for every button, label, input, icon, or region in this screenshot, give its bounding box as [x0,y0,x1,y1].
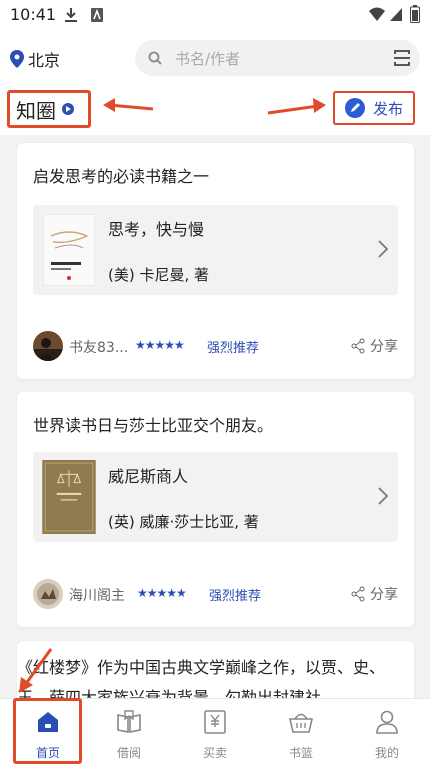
rating-stars-icon: ★★★★★ [135,338,185,352]
post-card[interactable]: 世界读书日与莎士比亚交个朋友。 威尼斯商人 (英) 威廉·莎士比亚, 著 海川阁… [17,392,414,627]
nav-profile[interactable]: 我的 [344,699,430,766]
annotation-arrow-down-icon [19,648,53,693]
open-book-icon [117,710,141,733]
section-header: 知圈 发布 [0,85,430,135]
play-badge-icon [62,103,74,115]
annotation-arrow-right-icon [267,98,326,115]
book-price-icon [204,710,226,734]
status-bar: 10:41 [0,0,430,30]
book-author: (美) 卡尼曼, 著 [108,266,210,284]
nav-borrow[interactable]: 借阅 [86,699,172,766]
nav-label: 书篮 [288,746,313,760]
section-title: 知圈 [16,98,56,123]
search-placeholder: 书名/作者 [175,50,241,68]
post-text: 启发思考的必读书籍之一 [33,167,210,186]
scan-icon[interactable] [390,46,414,70]
book-link[interactable]: 威尼斯商人 (英) 威廉·莎士比亚, 著 [33,452,398,542]
basket-icon [288,713,314,733]
nav-label: 买卖 [202,746,227,760]
location-pin-icon [10,50,24,68]
location-selector[interactable]: 北京 [10,47,60,71]
zhiquan-title[interactable]: 知圈 [7,90,91,128]
search-icon [148,51,162,65]
annotation-arrow-left-icon [103,98,154,112]
search-bar[interactable]: 书名/作者 [135,40,420,76]
share-icon [351,586,365,602]
post-meta: 海川阁主 ★★★★★ 强烈推荐 分享 [33,579,398,609]
share-icon [351,338,365,354]
location-city: 北京 [28,51,61,70]
share-label: 分享 [370,339,398,355]
wifi-icon [369,7,385,21]
nav-label: 借阅 [116,746,141,760]
book-author: (英) 威廉·莎士比亚, 著 [108,513,259,531]
book-title: 思考，快与慢 [108,220,205,239]
post-feed[interactable]: 启发思考的必读书籍之一 思考，快与慢 (美) 卡尼曼, 著 书友83... ★★… [0,135,430,698]
avatar[interactable] [33,579,63,609]
app-notification-icon [91,8,103,22]
download-icon [65,8,77,22]
recommend-label: 强烈推荐 [209,589,262,604]
recommend-label: 强烈推荐 [207,341,260,356]
user-name[interactable]: 海川阁主 [69,585,125,605]
avatar[interactable] [33,331,63,361]
share-button[interactable]: 分享 [350,336,398,356]
battery-icon [410,5,420,23]
publish-label: 发布 [372,99,403,118]
chevron-right-icon [378,487,388,505]
book-title: 威尼斯商人 [108,467,189,486]
top-bar: 北京 书名/作者 [0,30,430,85]
status-time: 10:41 [10,5,57,24]
book-cover-image [42,460,96,534]
annotation-highlight-box [13,698,82,764]
publish-button[interactable]: 发布 [333,91,415,125]
rating-stars-icon: ★★★★★ [137,586,187,600]
user-name[interactable]: 书友83... [69,337,128,357]
nav-label: 我的 [374,746,399,760]
chevron-right-icon [378,240,388,258]
book-cover-image [43,214,95,286]
user-icon [376,710,398,734]
post-text: 世界读书日与莎士比亚交个朋友。 [33,416,274,435]
book-link[interactable]: 思考，快与慢 (美) 卡尼曼, 著 [33,205,398,295]
nav-basket[interactable]: 书篮 [258,699,344,766]
pen-icon [344,98,365,118]
signal-icon [390,8,402,21]
post-card[interactable]: 启发思考的必读书籍之一 思考，快与慢 (美) 卡尼曼, 著 书友83... ★★… [17,143,414,379]
post-text: 《红楼梦》作为中国古典文学巅峰之作，以贾、史、王、薛四大家族兴衰为背景，勾勒出封… [17,658,386,698]
nav-trade[interactable]: 买卖 [172,699,258,766]
share-button[interactable]: 分享 [350,584,398,604]
post-card[interactable]: 《红楼梦》作为中国古典文学巅峰之作，以贾、史、王、薛四大家族兴衰为背景，勾勒出封… [17,641,414,698]
post-meta: 书友83... ★★★★★ 强烈推荐 分享 [33,331,398,361]
bottom-nav: 首页 借阅 买卖 书篮 我的 [0,698,430,766]
share-label: 分享 [370,587,398,603]
